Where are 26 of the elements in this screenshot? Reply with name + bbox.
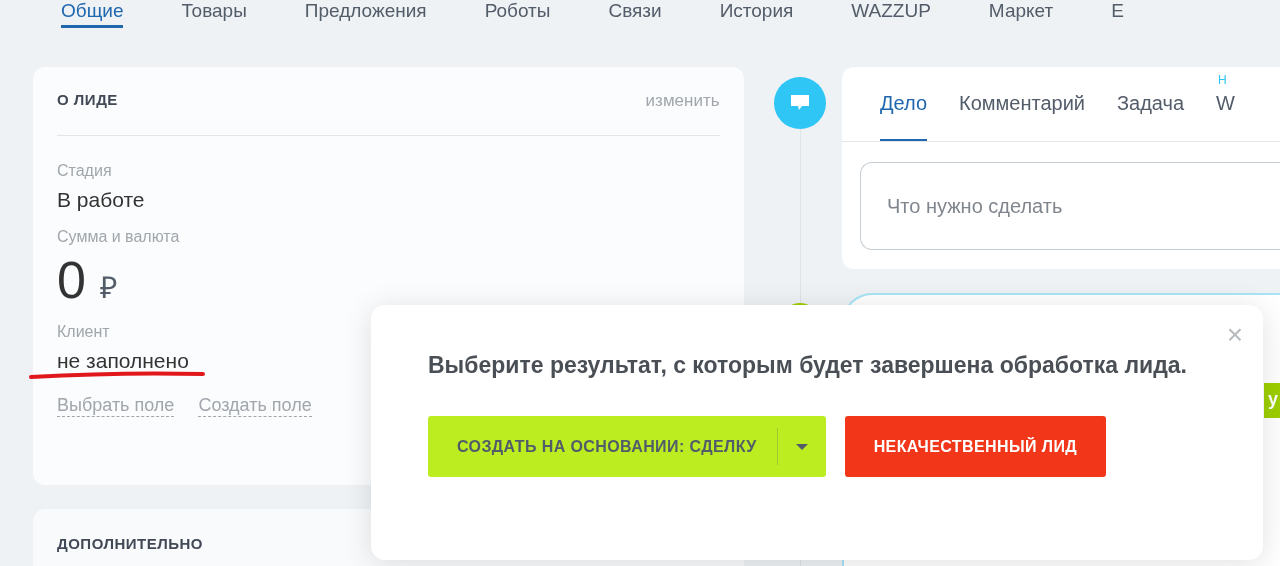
caret-icon <box>795 443 808 450</box>
nav-tab[interactable]: Предложения <box>304 0 427 28</box>
activity-tab[interactable]: Дело <box>880 71 928 141</box>
currency-sign: ₽ <box>99 270 117 306</box>
dialog-message: Выберите результат, с которым будет завершена обработка лида. <box>428 351 1188 380</box>
nav-tab[interactable]: Общие <box>61 0 124 28</box>
field-label: Клиент <box>57 323 110 341</box>
field-label: Сумма и валюта <box>57 228 180 246</box>
field-value: В работе <box>57 188 145 212</box>
nav-tab[interactable]: Товары <box>181 0 247 28</box>
task-input[interactable]: Что нужно сделать <box>860 162 1280 250</box>
card-title: ДОПОЛНИТЕЛЬНО <box>57 535 204 552</box>
chat-icon <box>773 77 826 129</box>
nav-tab[interactable]: История <box>719 0 794 28</box>
field-label: Стадия <box>57 162 112 180</box>
nav-tab[interactable]: Роботы <box>484 0 551 28</box>
field-value: не заполнено <box>57 349 189 373</box>
activity-tab[interactable]: Комментарий <box>959 71 1085 141</box>
amount-value: 0 <box>57 254 86 306</box>
activity-tab[interactable]: Задача <box>1117 71 1185 141</box>
nav-tab[interactable]: Связи <box>608 0 662 28</box>
card-title: О ЛИДЕ <box>57 91 118 110</box>
nav-tab[interactable]: Маркет <box>988 0 1054 28</box>
nav-tab[interactable]: Е <box>1111 0 1124 28</box>
nav-tab[interactable]: WAZZUP <box>851 0 931 28</box>
junk-lead-button[interactable]: НЕКАЧЕСТВЕННЫЙ ЛИД <box>844 416 1107 477</box>
